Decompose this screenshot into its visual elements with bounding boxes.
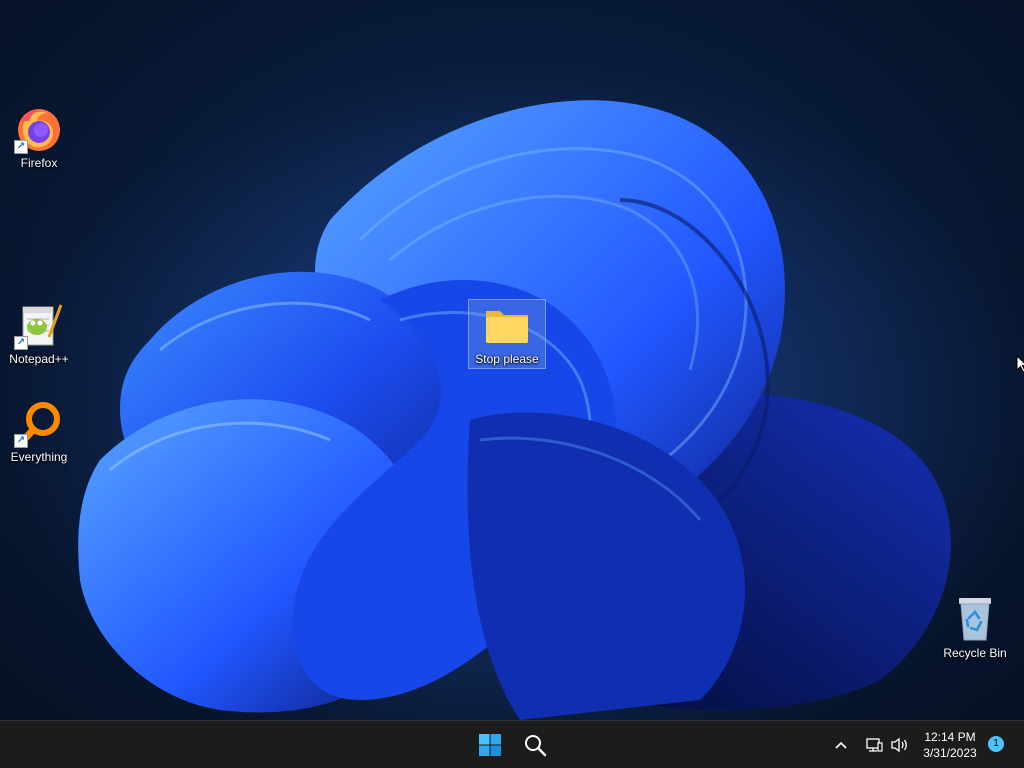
windows-logo-icon bbox=[479, 734, 501, 756]
desktop-icon-recycle-bin[interactable]: Recycle Bin bbox=[937, 594, 1013, 660]
shortcut-arrow-icon: ↗ bbox=[14, 140, 28, 154]
everything-search-icon: ↗ bbox=[14, 398, 64, 448]
search-button[interactable] bbox=[517, 727, 553, 763]
taskbar-clock[interactable]: 12:14 PM 3/31/2023 bbox=[916, 729, 984, 761]
taskbar: 12:14 PM 3/31/2023 bbox=[0, 720, 1024, 768]
recycle-bin-icon bbox=[950, 594, 1000, 644]
clock-date: 3/31/2023 bbox=[923, 746, 977, 760]
start-button[interactable] bbox=[472, 727, 508, 763]
chevron-up-icon[interactable] bbox=[830, 730, 852, 760]
clock-time: 12:14 PM bbox=[924, 730, 976, 744]
network-icon[interactable] bbox=[862, 730, 886, 760]
desktop-icon-firefox[interactable]: ↗ Firefox bbox=[1, 104, 77, 170]
desktop-icon-label: Stop please bbox=[475, 352, 539, 366]
desktop-icon-everything[interactable]: ↗ Everything bbox=[1, 398, 77, 464]
firefox-icon: ↗ bbox=[14, 104, 64, 154]
desktop-icon-label: Notepad++ bbox=[9, 352, 69, 366]
desktop-icon-label: Recycle Bin bbox=[943, 646, 1007, 660]
desktop-icon-stop-please-folder[interactable]: Stop please bbox=[468, 299, 546, 369]
shortcut-arrow-icon: ↗ bbox=[14, 336, 28, 350]
notepadpp-icon: ↗ bbox=[14, 300, 64, 350]
search-icon bbox=[525, 735, 547, 757]
system-tray bbox=[830, 721, 912, 768]
notification-badge[interactable]: 1 bbox=[988, 736, 1004, 752]
mouse-cursor-icon bbox=[1016, 354, 1024, 378]
shortcut-arrow-icon: ↗ bbox=[14, 434, 28, 448]
desktop-icon-label: Everything bbox=[10, 450, 68, 464]
desktop-icon-label: Firefox bbox=[20, 156, 58, 170]
volume-icon[interactable] bbox=[888, 730, 912, 760]
folder-icon bbox=[482, 300, 532, 350]
desktop-icon-notepadpp[interactable]: ↗ Notepad++ bbox=[1, 300, 77, 366]
